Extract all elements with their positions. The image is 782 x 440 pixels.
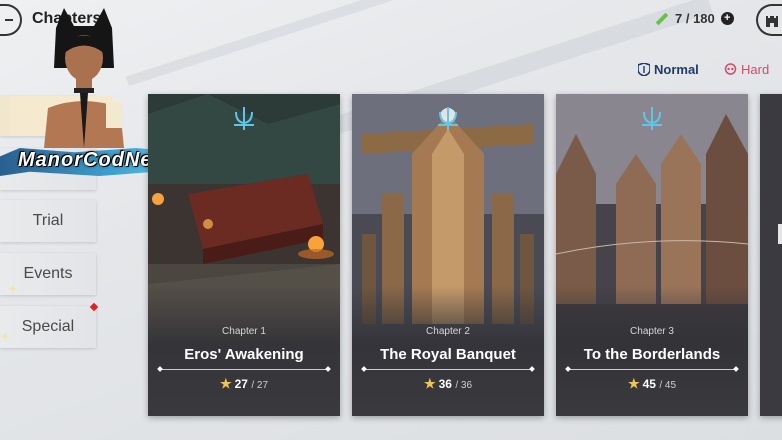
streamer-name: ManorCodNe <box>18 148 153 171</box>
trident-icon <box>642 107 662 130</box>
star-progress: ★ 45 / 45 <box>556 376 748 392</box>
chapter-card-3[interactable]: Chapter 3 To the Borderlands ★ 45 / 45 <box>556 94 748 416</box>
chapter-title: To the Borderlands <box>583 346 721 363</box>
star-icon: ★ <box>219 376 232 391</box>
chapter-card-2[interactable]: Chapter 2 The Royal Banquet ★ 36 / 36 <box>352 94 544 416</box>
trident-icon <box>438 107 458 130</box>
bg-streak <box>125 0 415 87</box>
castle-icon <box>766 16 778 27</box>
chapter-number: Chapter 2 <box>426 326 470 337</box>
stars-total: / 27 <box>251 380 269 391</box>
stars-earned: 27 <box>234 377 248 391</box>
star-icon: ★ <box>627 376 640 391</box>
divider <box>568 369 736 370</box>
home-button[interactable] <box>756 4 782 36</box>
streamer-avatar <box>44 8 124 148</box>
chapter-card-1[interactable]: Chapter 1 Eros' Awakening ★ 27 / 27 <box>148 94 340 416</box>
stars-total: / 45 <box>659 380 677 391</box>
sidebar-item-label: Trial <box>32 212 64 229</box>
stars-earned: 45 <box>642 377 656 391</box>
divider <box>160 369 328 370</box>
difficulty-hard-label: Hard <box>741 62 770 77</box>
sidebar-item-special[interactable]: Special <box>0 306 96 348</box>
skull-icon <box>724 63 737 75</box>
back-button[interactable] <box>0 4 22 36</box>
sparkle-icon: ✦ <box>0 330 11 344</box>
sparkle-icon: ✦ <box>8 282 19 296</box>
star-progress: ★ 36 / 36 <box>352 376 544 392</box>
chapter-title: The Royal Banquet <box>380 346 516 363</box>
shield-icon <box>638 63 650 76</box>
sidebar-item-trial[interactable]: Trial <box>0 200 96 242</box>
pencil-icon <box>655 12 669 25</box>
chapter-4-art <box>760 94 782 416</box>
stars-earned: 36 <box>438 377 452 391</box>
back-arrow-icon <box>5 19 13 21</box>
star-icon: ★ <box>423 376 436 391</box>
stamina-counter: 7 / 180 + <box>655 11 734 26</box>
difficulty-normal-label: Normal <box>654 62 699 77</box>
sidebar-item-label: Events <box>23 265 73 282</box>
stamina-value: 7 / 180 <box>675 11 715 26</box>
divider <box>364 369 532 370</box>
difficulty-normal[interactable]: Normal <box>638 62 699 77</box>
stars-total: / 36 <box>455 380 473 391</box>
trident-icon <box>234 107 254 130</box>
chapter-number: Chapter 3 <box>630 326 674 337</box>
chapter-card-4[interactable] <box>760 94 782 416</box>
plus-icon[interactable]: + <box>720 12 734 25</box>
chapter-number: Chapter 1 <box>222 326 266 337</box>
chapter-title: Eros' Awakening <box>184 346 304 363</box>
difficulty-hard[interactable]: Hard <box>724 62 769 77</box>
star-progress: ★ 27 / 27 <box>148 376 340 392</box>
sidebar-item-label: Special <box>21 318 75 335</box>
